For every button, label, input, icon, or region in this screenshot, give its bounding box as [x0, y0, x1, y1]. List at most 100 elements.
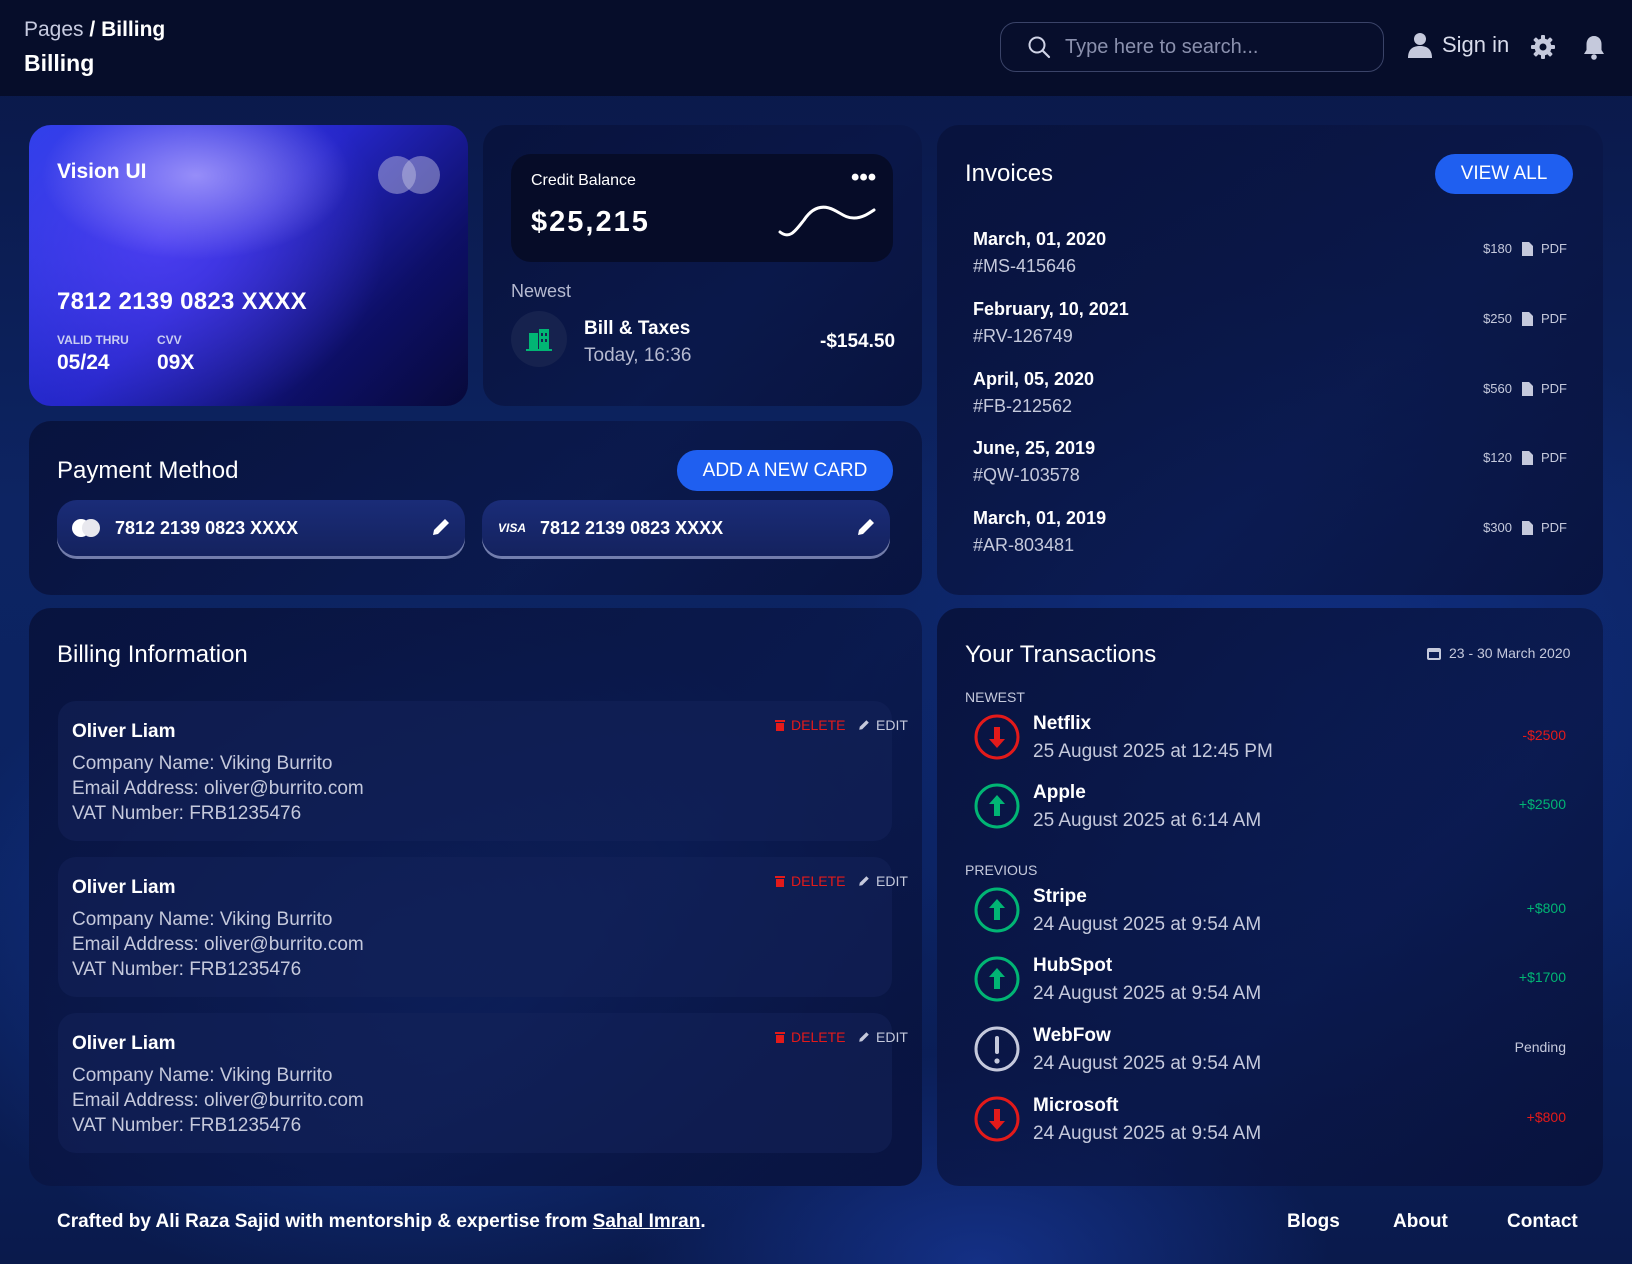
invoice-date: February, 10, 2021 — [973, 299, 1129, 319]
delete-button[interactable]: DELETE — [775, 1029, 845, 1045]
footer-author-link[interactable]: Sahal Imran — [593, 1211, 701, 1232]
edit-button[interactable]: EDIT — [858, 717, 908, 733]
transaction-date: 24 August 2025 at 9:54 AM — [1033, 983, 1262, 1004]
more-menu-icon[interactable]: ••• — [851, 164, 876, 192]
billing-company: Company Name: Viking Burrito — [72, 1065, 333, 1086]
search-input[interactable] — [1065, 35, 1365, 59]
newest-label: Newest — [511, 281, 572, 301]
edit-button[interactable]: EDIT — [858, 873, 908, 889]
breadcrumb-current: Billing — [101, 18, 166, 41]
invoices-title: Invoices — [965, 160, 1054, 187]
billing-entry: Oliver Liam Company Name: Viking Burrito… — [58, 1013, 908, 1153]
invoice-amount: $560 — [1483, 381, 1512, 396]
pdf-download-button[interactable]: PDF — [1522, 241, 1567, 256]
building-icon — [511, 311, 567, 367]
pdf-download-button[interactable]: PDF — [1522, 450, 1567, 465]
billing-name: Oliver Liam — [72, 1033, 176, 1054]
calendar-icon — [1427, 648, 1441, 660]
payment-card-item[interactable]: VISA 7812 2139 0823 XXXX — [482, 500, 890, 556]
invoice-amount: $300 — [1483, 520, 1512, 535]
credit-balance-panel: Credit Balance $25,215 ••• — [511, 154, 893, 262]
pencil-icon — [859, 1032, 869, 1042]
footer-text: Crafted by Ali Raza Sajid with mentorshi… — [57, 1211, 588, 1232]
billing-name: Oliver Liam — [72, 877, 176, 898]
billing-email: Email Address: oliver@burrito.com — [72, 934, 364, 955]
page-title: Billing — [24, 50, 95, 76]
transaction-name: Apple — [1033, 782, 1086, 803]
credit-card-visual: Vision UI 7812 2139 0823 XXXX VALID THRU… — [29, 125, 468, 406]
invoice-amount: $250 — [1483, 311, 1512, 326]
payment-method-title: Payment Method — [57, 457, 239, 484]
transaction-amount: +$800 — [1526, 900, 1566, 916]
trash-icon — [775, 720, 785, 731]
arrow-up-icon — [974, 956, 1020, 1002]
pdf-label: PDF — [1541, 450, 1567, 465]
billing-vat: VAT Number: FRB1235476 — [72, 803, 302, 824]
pdf-download-button[interactable]: PDF — [1522, 381, 1567, 396]
pencil-icon[interactable] — [431, 517, 451, 537]
delete-label: DELETE — [791, 717, 846, 733]
transaction-name: HubSpot — [1033, 955, 1113, 976]
valid-thru-value: 05/24 — [57, 351, 110, 374]
file-icon — [1522, 520, 1533, 535]
cvv-label: CVV — [157, 333, 182, 347]
footer-link-contact[interactable]: Contact — [1507, 1211, 1578, 1233]
transaction-date: 25 August 2025 at 12:45 PM — [1033, 741, 1273, 762]
arrow-up-icon — [974, 887, 1020, 933]
pdf-download-button[interactable]: PDF — [1522, 311, 1567, 326]
credit-balance-label: Credit Balance — [531, 172, 636, 189]
billing-vat: VAT Number: FRB1235476 — [72, 1115, 302, 1136]
invoice-id: #RV-126749 — [973, 326, 1073, 346]
billing-company: Company Name: Viking Burrito — [72, 909, 333, 930]
date-range-text: 23 - 30 March 2020 — [1449, 645, 1571, 661]
pdf-download-button[interactable]: PDF — [1522, 520, 1567, 535]
transaction-name: Stripe — [1033, 886, 1087, 907]
pdf-label: PDF — [1541, 520, 1567, 535]
sign-in-button[interactable]: Sign in — [1408, 32, 1509, 58]
transactions-card: Your Transactions 23 - 30 March 2020 NEW… — [937, 608, 1603, 1186]
newest-group-label: NEWEST — [965, 689, 1025, 705]
file-icon — [1522, 450, 1533, 465]
transaction-name: WebFow — [1033, 1025, 1111, 1046]
delete-label: DELETE — [791, 1029, 846, 1045]
transaction-date: 24 August 2025 at 9:54 AM — [1033, 1123, 1262, 1144]
view-all-button[interactable]: VIEW ALL — [1435, 154, 1573, 194]
arrow-down-icon — [974, 714, 1020, 760]
billing-information-card: Billing Information Oliver Liam Company … — [29, 608, 922, 1186]
payment-card-number: 7812 2139 0823 XXXX — [115, 517, 299, 538]
pdf-label: PDF — [1541, 311, 1567, 326]
billing-company: Company Name: Viking Burrito — [72, 753, 333, 774]
search-icon — [1028, 36, 1051, 59]
pencil-icon — [859, 720, 869, 730]
edit-label: EDIT — [876, 717, 908, 733]
add-new-card-button[interactable]: ADD A NEW CARD — [677, 450, 893, 491]
cvv-value: 09X — [157, 351, 195, 374]
file-icon — [1522, 241, 1533, 256]
sign-in-label: Sign in — [1442, 32, 1510, 57]
billing-email: Email Address: oliver@burrito.com — [72, 778, 364, 799]
invoice-amount: $180 — [1483, 241, 1512, 256]
invoice-row: April, 05, 2020 #FB-212562 $560 PDF — [973, 369, 1567, 429]
bell-icon[interactable] — [1583, 35, 1605, 60]
breadcrumb-root[interactable]: Pages — [24, 18, 84, 41]
delete-button[interactable]: DELETE — [775, 873, 845, 889]
card-brand: Vision UI — [57, 160, 147, 183]
invoice-date: April, 05, 2020 — [973, 369, 1095, 389]
footer-link-blogs[interactable]: Blogs — [1287, 1211, 1340, 1233]
billing-name: Oliver Liam — [72, 721, 176, 742]
date-range: 23 - 30 March 2020 — [1427, 645, 1570, 661]
transaction-date: Today, 16:36 — [584, 345, 692, 366]
transaction-row: HubSpot 24 August 2025 at 9:54 AM +$1700 — [973, 955, 1566, 1015]
transaction-date: 24 August 2025 at 9:54 AM — [1033, 914, 1262, 935]
edit-button[interactable]: EDIT — [858, 1029, 908, 1045]
card-number: 7812 2139 0823 XXXX — [57, 288, 307, 315]
valid-thru-label: VALID THRU — [57, 333, 129, 347]
transaction-amount: +$800 — [1526, 1109, 1566, 1125]
search-box[interactable] — [1000, 22, 1384, 72]
transactions-title: Your Transactions — [965, 641, 1157, 668]
delete-button[interactable]: DELETE — [775, 717, 845, 733]
footer-link-about[interactable]: About — [1393, 1211, 1448, 1233]
gear-icon[interactable] — [1530, 34, 1556, 60]
pencil-icon[interactable] — [856, 517, 876, 537]
payment-card-item[interactable]: 7812 2139 0823 XXXX — [57, 500, 465, 556]
